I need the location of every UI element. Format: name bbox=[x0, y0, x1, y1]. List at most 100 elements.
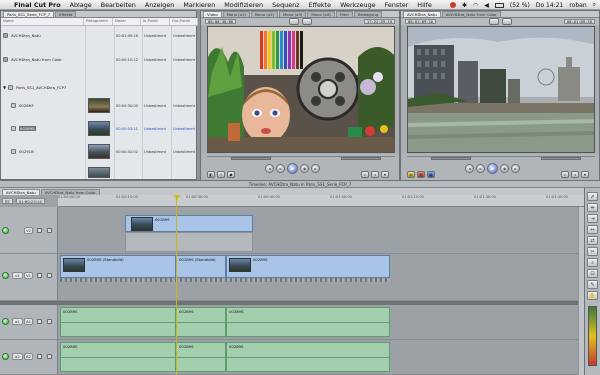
bluetooth-icon[interactable]: ✱ bbox=[462, 2, 467, 9]
clip-v1-freeze-1[interactable]: 00289S (Standbild) bbox=[60, 255, 176, 278]
auto-select-icon[interactable] bbox=[47, 354, 52, 359]
auto-select-icon[interactable] bbox=[47, 319, 52, 324]
list-item[interactable]: AVCHDtra_Natu from Color bbox=[3, 55, 62, 64]
playhead[interactable] bbox=[176, 195, 177, 375]
go-to-next-edit-icon[interactable]: ▸ bbox=[311, 164, 320, 173]
add-keyframe-icon[interactable]: ◆ bbox=[227, 171, 235, 178]
playhead-handle[interactable] bbox=[173, 195, 181, 200]
mark-out-icon[interactable]: ◃ bbox=[371, 171, 379, 178]
edit-selection-tool-icon[interactable]: ⇹ bbox=[587, 203, 598, 212]
menu-fenster[interactable]: Fenster bbox=[385, 1, 409, 9]
viewer-duration-timecode[interactable]: 00:00:30:06 bbox=[205, 19, 237, 24]
menu-werkzeuge[interactable]: Werkzeuge bbox=[340, 1, 376, 9]
menu-hilfe[interactable]: Hilfe bbox=[417, 1, 432, 9]
disclosure-triangle-icon[interactable]: ▼ bbox=[3, 85, 6, 90]
selection-tool-icon[interactable]: ➚ bbox=[587, 192, 598, 201]
lock-icon[interactable] bbox=[37, 273, 42, 278]
timeline-title-bar[interactable]: Timeline: AVCHDtra_Natu in Paris_SS1_Ser… bbox=[0, 180, 600, 188]
clip-a2-3[interactable]: 00289S bbox=[226, 342, 390, 372]
menu-anzeigen[interactable]: Anzeigen bbox=[145, 1, 175, 9]
list-item[interactable]: 00289S bbox=[11, 124, 36, 133]
column-name[interactable]: Name bbox=[1, 18, 84, 25]
jog-slider[interactable] bbox=[341, 157, 381, 160]
column-piktogramm[interactable]: Piktogramm bbox=[84, 18, 113, 25]
spotlight-icon[interactable]: ⌕ bbox=[593, 1, 596, 9]
view-popup-icon[interactable] bbox=[301, 18, 312, 25]
menu-effekte[interactable]: Effekte bbox=[309, 1, 332, 9]
lock-icon[interactable] bbox=[37, 228, 42, 233]
clip-a1-3[interactable]: 00289S bbox=[226, 307, 390, 337]
zoom-popup-icon[interactable] bbox=[288, 18, 299, 25]
tab-mono-a4[interactable]: Mono (a4) bbox=[307, 11, 335, 17]
source-label-a1[interactable]: a1 bbox=[12, 318, 23, 325]
zoom-popup-icon[interactable] bbox=[488, 18, 499, 25]
lock-icon[interactable] bbox=[37, 319, 42, 324]
view-popup-icon[interactable] bbox=[501, 18, 512, 25]
track-visibility-icon[interactable] bbox=[2, 227, 9, 234]
zoom-tool-icon[interactable]: ⌕ bbox=[587, 258, 598, 267]
canvas-current-timecode[interactable]: 00:01:09:16 bbox=[563, 19, 595, 24]
clip-v1-freeze-2[interactable]: 00289S (Standbild) bbox=[176, 255, 226, 278]
play-button[interactable]: ▶ bbox=[287, 163, 298, 174]
track-select-tool-icon[interactable]: ⇥ bbox=[587, 214, 598, 223]
menu-sequenz[interactable]: Sequenz bbox=[272, 1, 299, 9]
tab-sequence[interactable]: AVCHDtra_Natu bbox=[403, 11, 441, 17]
tab-bewegung[interactable]: Bewegung bbox=[354, 11, 383, 17]
tab-sequence-from-color[interactable]: AVCHDtra_Natu from Color bbox=[441, 11, 501, 17]
menu-modifizieren[interactable]: Modifizieren bbox=[224, 1, 263, 9]
menu-app-name[interactable]: Final Cut Pro bbox=[14, 1, 61, 9]
list-item[interactable]: 0028HF bbox=[11, 101, 34, 110]
go-to-previous-edit-icon[interactable]: ◂ bbox=[465, 164, 474, 173]
play-in-to-out-icon[interactable]: ▸ bbox=[476, 164, 485, 173]
slip-tool-icon[interactable]: ⇄ bbox=[587, 236, 598, 245]
list-item[interactable]: ▼ Paris_SS1_AVCHDtra_FCP7 bbox=[3, 83, 66, 92]
mark-in-icon[interactable]: ▹ bbox=[361, 171, 369, 178]
lock-icon[interactable] bbox=[37, 354, 42, 359]
track-audible-icon[interactable] bbox=[2, 353, 9, 360]
column-dauer[interactable]: Dauer bbox=[113, 18, 141, 25]
clip-a1-1[interactable]: 00289S bbox=[60, 307, 176, 337]
track-audible-icon[interactable] bbox=[2, 318, 9, 325]
rt-popup-button[interactable]: RT bbox=[2, 198, 13, 204]
roll-tool-icon[interactable]: ⇔ bbox=[587, 225, 598, 234]
record-icon[interactable] bbox=[449, 2, 456, 8]
clip-a2-1[interactable]: 00289S bbox=[60, 342, 176, 372]
source-label-a2[interactable]: a2 bbox=[12, 353, 23, 360]
track-visibility-icon[interactable] bbox=[2, 272, 9, 279]
timeline-current-timecode[interactable]: 01:00:23:14 bbox=[15, 198, 45, 204]
insert-edit-icon[interactable]: ▤ bbox=[407, 171, 415, 178]
go-to-previous-edit-icon[interactable]: ◂ bbox=[265, 164, 274, 173]
menu-markieren[interactable]: Markieren bbox=[183, 1, 215, 9]
volume-icon[interactable]: ◀ bbox=[484, 2, 489, 9]
column-out-punkt[interactable]: Out-Punkt bbox=[170, 18, 198, 25]
replace-edit-icon[interactable]: ▦ bbox=[427, 171, 435, 178]
tab-project[interactable]: Paris_SS1_Serie_FCP_7 bbox=[3, 11, 55, 17]
mark-in-icon[interactable]: ▹ bbox=[561, 171, 569, 178]
pen-tool-icon[interactable]: ✎ bbox=[587, 280, 598, 289]
clip-a2-2[interactable]: 00289S bbox=[176, 342, 226, 372]
track-label-v2[interactable]: V2 bbox=[24, 227, 33, 234]
tab-filter[interactable]: Filter bbox=[335, 11, 354, 17]
tab-mono-a1[interactable]: Mono (a1) bbox=[222, 11, 250, 17]
add-marker-icon[interactable]: ▾ bbox=[581, 171, 589, 178]
menu-bearbeiten[interactable]: Bearbeiten bbox=[101, 1, 136, 9]
canvas-duration-timecode[interactable]: 00:01:09:16 bbox=[405, 19, 437, 24]
battery-icon[interactable] bbox=[494, 2, 504, 8]
tab-video[interactable]: Video bbox=[203, 11, 222, 17]
overwrite-edit-icon[interactable]: ▥ bbox=[417, 171, 425, 178]
tab-timeline-sequence[interactable]: AVCHDtra_Natu bbox=[2, 189, 40, 195]
clip-a1-2[interactable]: 00289S bbox=[176, 307, 226, 337]
play-around-current-icon[interactable]: ◈ bbox=[300, 164, 309, 173]
user-name[interactable]: roban bbox=[569, 2, 586, 9]
jog-slider[interactable] bbox=[541, 157, 581, 160]
track-label-a2[interactable]: A2 bbox=[24, 353, 33, 360]
tab-mono-a3[interactable]: Mono (a3) bbox=[279, 11, 307, 17]
clip-v1[interactable]: 00289S bbox=[226, 255, 390, 278]
auto-select-icon[interactable] bbox=[47, 228, 52, 233]
shuttle-slider[interactable] bbox=[431, 157, 471, 160]
canvas-video-frame[interactable] bbox=[407, 26, 595, 153]
crop-tool-icon[interactable]: ⊡ bbox=[587, 269, 598, 278]
menu-ablage[interactable]: Ablage bbox=[70, 1, 92, 9]
shuttle-slider[interactable] bbox=[231, 157, 271, 160]
source-label-v1[interactable]: v1 bbox=[12, 272, 23, 279]
